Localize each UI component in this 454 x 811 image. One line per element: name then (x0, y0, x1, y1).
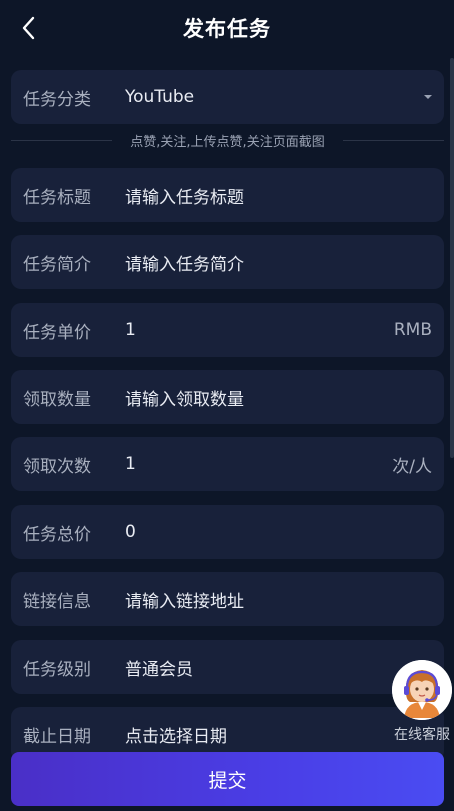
category-hint-text: 点赞,关注,上传点赞,关注页面截图 (130, 134, 325, 150)
header: 发布任务 (0, 0, 454, 56)
page-title: 发布任务 (183, 17, 271, 41)
back-arrow-icon[interactable] (14, 14, 42, 42)
dropdown-caret-icon (424, 95, 432, 99)
link-label: 链接信息 (23, 591, 91, 612)
task-title-input[interactable]: 请输入任务标题 (125, 183, 444, 208)
customer-service-label: 在线客服 (394, 727, 450, 743)
total-price-label: 任务总价 (23, 524, 91, 545)
category-label: 任务分类 (23, 89, 91, 110)
claim-times-label: 领取次数 (23, 456, 91, 477)
divider (342, 139, 444, 141)
task-intro-input[interactable]: 请输入任务简介 (125, 250, 444, 275)
unit-price-input[interactable]: 1 (125, 320, 394, 340)
task-intro-field[interactable]: 任务简介 请输入任务简介 (11, 235, 444, 289)
customer-service-agent-icon (392, 660, 452, 720)
task-title-label: 任务标题 (23, 187, 91, 208)
link-field[interactable]: 链接信息 请输入链接地址 (11, 572, 444, 626)
link-input[interactable]: 请输入链接地址 (125, 587, 444, 612)
claim-times-field[interactable]: 领取次数 1 次/人 (11, 437, 444, 491)
claim-count-label: 领取数量 (23, 389, 91, 410)
deadline-label: 截止日期 (23, 726, 91, 747)
level-select[interactable]: 任务级别 普通会员 (11, 640, 444, 694)
category-hint: 点赞,关注,上传点赞,关注页面截图 (11, 128, 444, 152)
scrollbar[interactable] (450, 58, 454, 458)
unit-price-suffix: RMB (393, 320, 432, 340)
unit-price-field[interactable]: 任务单价 1 RMB (11, 303, 444, 357)
total-price-field: 任务总价 0 (11, 505, 444, 559)
level-label: 任务级别 (23, 659, 91, 680)
claim-times-input[interactable]: 1 (125, 454, 392, 474)
claim-times-suffix: 次/人 (392, 456, 432, 477)
submit-button[interactable]: 提交 (11, 752, 444, 806)
task-intro-label: 任务简介 (23, 254, 91, 275)
unit-price-label: 任务单价 (23, 322, 91, 343)
claim-count-field[interactable]: 领取数量 请输入领取数量 (11, 370, 444, 424)
total-price-value: 0 (125, 522, 136, 542)
claim-count-input[interactable]: 请输入领取数量 (125, 385, 444, 410)
customer-service-button[interactable]: 在线客服 (390, 660, 454, 750)
category-value: YouTube (125, 87, 195, 107)
task-title-field[interactable]: 任务标题 请输入任务标题 (11, 168, 444, 222)
category-select[interactable]: 任务分类 YouTube (11, 70, 444, 124)
divider (11, 139, 113, 141)
